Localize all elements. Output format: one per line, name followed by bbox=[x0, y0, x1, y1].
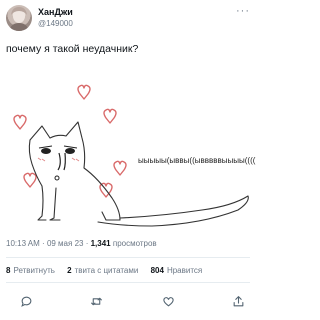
heart-icon bbox=[77, 84, 91, 100]
retweets-count: 8 bbox=[6, 266, 11, 275]
heart-icon bbox=[23, 172, 37, 188]
share-icon[interactable] bbox=[228, 291, 248, 311]
cat-drawing bbox=[13, 84, 249, 227]
more-horizontal-icon[interactable]: ··· bbox=[236, 5, 250, 17]
user-handle[interactable]: @149000 bbox=[38, 19, 73, 28]
tweet-text: почему я такой неудачник? bbox=[6, 43, 139, 55]
views-label: просмотров bbox=[112, 239, 157, 248]
views-count: 1,341 bbox=[90, 239, 111, 248]
tweet-header: ХанДжи @149000 ··· bbox=[6, 5, 250, 35]
quotes-stat[interactable]: 2 твита с цитатами bbox=[67, 266, 138, 275]
likes-label: Нравится bbox=[166, 266, 203, 275]
action-bar bbox=[0, 291, 256, 311]
display-name[interactable]: ХанДжи bbox=[38, 7, 73, 17]
retweets-label: Ретвитнуть bbox=[13, 266, 55, 275]
quotes-count: 2 bbox=[67, 266, 72, 275]
like-icon[interactable] bbox=[158, 291, 178, 311]
retweets-stat[interactable]: 8 Ретвитнуть bbox=[6, 266, 55, 275]
tweet-card: ХанДжи @149000 ··· почему я такой неудач… bbox=[0, 0, 256, 320]
image-caption: ыыыыы(ыввы((ывввввыыыы(((( bbox=[138, 156, 256, 165]
heart-icon bbox=[103, 108, 117, 124]
likes-stat[interactable]: 804 Нравится bbox=[151, 266, 203, 275]
tweet-date[interactable]: 09 мая 23 bbox=[47, 239, 84, 248]
quotes-label: твита с цитатами bbox=[74, 266, 139, 275]
heart-icon bbox=[13, 114, 27, 130]
retweet-icon[interactable] bbox=[86, 291, 106, 311]
likes-count: 804 bbox=[150, 266, 164, 275]
heart-icon bbox=[113, 160, 127, 176]
avatar[interactable] bbox=[6, 5, 32, 31]
tweet-time[interactable]: 10:13 AM bbox=[6, 239, 40, 248]
divider bbox=[6, 257, 250, 258]
divider bbox=[6, 282, 250, 283]
tweet-image[interactable]: ыыыыы(ыввы((ывввввыыыы(((( bbox=[2, 60, 256, 232]
tweet-meta: 10:13 AM · 09 мая 23 · 1,341 просмотров bbox=[6, 239, 157, 248]
tweet-stats: 8 Ретвитнуть 2 твита с цитатами 804 Нравитс… bbox=[6, 266, 212, 275]
reply-icon[interactable] bbox=[16, 291, 36, 311]
